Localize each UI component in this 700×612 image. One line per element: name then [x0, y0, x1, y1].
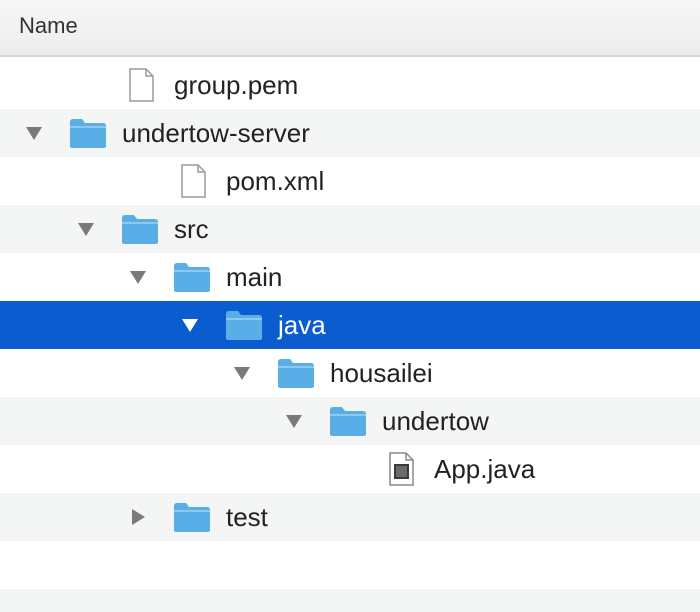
disclosure-expanded-icon[interactable]: [24, 123, 44, 143]
disclosure-expanded-icon[interactable]: [76, 219, 96, 239]
tree-row-label: App.java: [434, 454, 536, 484]
tree-row-label: undertow: [382, 406, 489, 436]
disclosure-expanded-icon[interactable]: [232, 363, 252, 383]
file-tree: group.pem undertow-server pom.xml src main ja…: [0, 61, 700, 612]
disclosure-expanded-icon[interactable]: [180, 315, 200, 335]
java-file-icon: [380, 452, 420, 486]
folder-icon: [276, 356, 316, 390]
folder-icon: [328, 404, 368, 438]
folder-icon: [172, 260, 212, 294]
tree-row-label: housailei: [330, 358, 433, 388]
disclosure-expanded-icon[interactable]: [128, 267, 148, 287]
tree-row-label: pom.xml: [226, 166, 325, 196]
file-icon: [120, 68, 160, 102]
tree-row[interactable]: java: [0, 301, 700, 349]
finder-list-view: Name group.pem undertow-server pom.xml src m…: [0, 0, 700, 612]
tree-row-label: undertow-server: [122, 118, 310, 148]
disclosure-collapsed-icon[interactable]: [128, 507, 148, 527]
tree-row-label: test: [226, 502, 268, 532]
tree-row[interactable]: main: [0, 253, 700, 301]
disclosure-expanded-icon[interactable]: [284, 411, 304, 431]
tree-row-label: main: [226, 262, 283, 292]
tree-row[interactable]: pom.xml: [0, 157, 700, 205]
empty-row: [0, 589, 700, 612]
tree-row-label: java: [278, 310, 326, 340]
tree-row[interactable]: group.pem: [0, 61, 700, 109]
empty-row: [0, 541, 700, 589]
tree-row[interactable]: test: [0, 493, 700, 541]
tree-row[interactable]: undertow: [0, 397, 700, 445]
tree-row-label: src: [174, 214, 209, 244]
name-column-header[interactable]: Name: [19, 13, 78, 39]
tree-row[interactable]: App.java: [0, 445, 700, 493]
tree-row[interactable]: housailei: [0, 349, 700, 397]
tree-row[interactable]: src: [0, 205, 700, 253]
folder-icon: [68, 116, 108, 150]
folder-icon: [120, 212, 160, 246]
column-header: Name: [0, 0, 700, 57]
folder-icon: [224, 308, 264, 342]
folder-icon: [172, 500, 212, 534]
file-icon: [172, 164, 212, 198]
tree-row-label: group.pem: [174, 70, 299, 100]
tree-row[interactable]: undertow-server: [0, 109, 700, 157]
